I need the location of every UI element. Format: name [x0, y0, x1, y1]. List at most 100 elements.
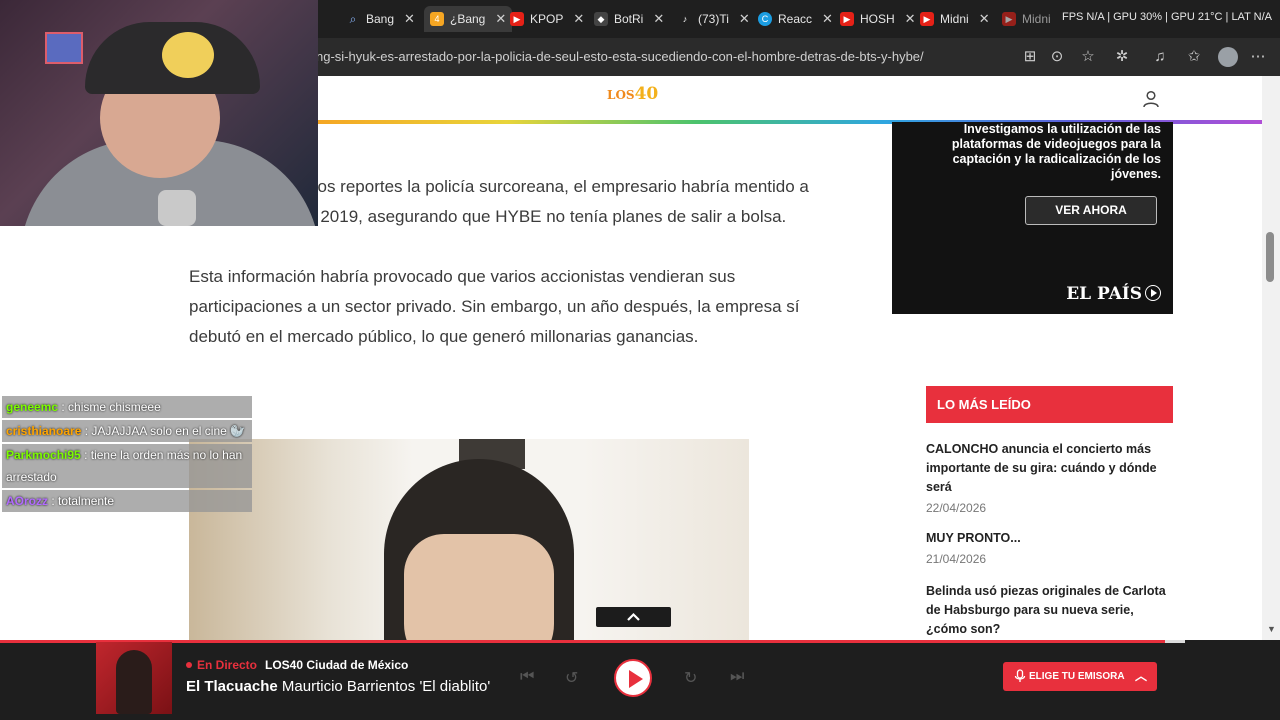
- show-cover-art: [96, 642, 172, 714]
- logo-text-accent: 40: [634, 84, 659, 104]
- chat-username: Parkmochi95: [6, 448, 81, 462]
- chat-username: cristhianoare: [6, 424, 82, 438]
- streamer-webcam: [0, 0, 318, 226]
- most-read-heading: LO MÁS LEÍDO: [926, 386, 1173, 423]
- article-paragraph: Esta información habría provocado que va…: [189, 267, 800, 346]
- show-host: Maurticio Barrientos 'El diablito': [281, 678, 491, 695]
- chat-message: AOrozz : totalmente: [2, 490, 252, 512]
- tab-label: Bang: [366, 12, 395, 26]
- tab-kpop[interactable]: ▶ KPOP ✕: [510, 6, 584, 32]
- page-scrollbar[interactable]: ▼: [1262, 76, 1280, 640]
- los40-logo[interactable]: LOS40: [607, 84, 658, 104]
- close-tab-icon[interactable]: ✕: [404, 11, 415, 27]
- forward-icon[interactable]: ↻: [684, 668, 697, 688]
- choose-station-label: ELIGE TU EMISORA: [1029, 671, 1125, 682]
- youtube-icon: ▶: [920, 12, 934, 26]
- live-label: En Directo: [197, 658, 258, 672]
- webcam-microphone-shape: [158, 190, 196, 226]
- tab-label: KPOP: [530, 12, 564, 26]
- chevron-up-icon: ︿: [1134, 669, 1147, 683]
- ad-ver-ahora-button[interactable]: VER AHORA: [1025, 196, 1157, 225]
- close-tab-icon[interactable]: ✕: [822, 11, 833, 27]
- now-playing: El Tlacuache Maurticio Barrientos 'El di…: [186, 678, 490, 695]
- edge-icon: C: [758, 12, 772, 26]
- tab-hosh[interactable]: ▶ HOSH ✕: [840, 6, 916, 32]
- cover-person-shape: [116, 650, 152, 714]
- media-control-icon[interactable]: ♫: [1150, 47, 1170, 67]
- choose-station-button[interactable]: ELIGE TU EMISORA ︿: [1003, 662, 1157, 691]
- tiktok-icon: ♪: [682, 14, 688, 24]
- youtube-icon: ▶: [1002, 12, 1016, 26]
- close-tab-icon[interactable]: ✕: [495, 11, 506, 27]
- play-button[interactable]: [614, 659, 652, 697]
- station-name: LOS40 Ciudad de México: [265, 658, 409, 672]
- most-read-title[interactable]: CALONCHO anuncia el concierto más import…: [926, 440, 1166, 497]
- more-icon[interactable]: ⊙: [1047, 47, 1067, 67]
- most-read-item[interactable]: CALONCHO anuncia el concierto más import…: [926, 440, 1166, 515]
- scrollbar-thumb[interactable]: [1266, 232, 1274, 282]
- close-tab-icon[interactable]: ✕: [739, 11, 750, 27]
- tab-label: Reacc: [778, 12, 813, 26]
- chat-message: Parkmochi95 : tiene la orden más no lo h…: [2, 444, 252, 488]
- extensions-icon[interactable]: ✲: [1112, 47, 1132, 67]
- most-read-title[interactable]: MUY PRONTO...: [926, 529, 1166, 548]
- search-icon: ⌕: [349, 11, 357, 26]
- system-stats-overlay: FPS N/A | GPU 30% | GPU 21°C | LAT N/A: [1061, 11, 1272, 23]
- live-info: En Directo LOS40 Ciudad de México: [186, 658, 408, 672]
- most-read-date: 22/04/2026: [926, 501, 987, 515]
- favorites-icon[interactable]: ✩: [1184, 47, 1204, 67]
- tab-active-article[interactable]: 4 ¿Bang ✕: [424, 6, 513, 32]
- stream-chat-overlay: geneemc : chisme chismeee cristhianoare …: [2, 396, 252, 514]
- tab-label: (73)Ti: [698, 12, 729, 26]
- most-read-item[interactable]: MUY PRONTO... 21/04/2026: [926, 529, 1166, 566]
- tab-label: Midni: [940, 12, 969, 26]
- botrix-icon: ◆: [594, 12, 608, 26]
- chat-username: AOrozz: [6, 494, 48, 508]
- chat-text: : chisme chismeee: [61, 400, 161, 414]
- tab-label: HOSH: [860, 12, 895, 26]
- live-dot-icon: [186, 662, 192, 668]
- play-circle-icon: [1145, 285, 1161, 301]
- el-pais-ad[interactable]: Investigamos la utilización de las plata…: [892, 122, 1173, 314]
- most-read-item[interactable]: Belinda usó piezas originales de Carlota…: [926, 582, 1166, 639]
- split-screen-icon[interactable]: ⊞: [1020, 47, 1040, 67]
- tab-midni-2[interactable]: ▶ Midni: [1002, 6, 1051, 32]
- skip-back-icon[interactable]: ⏮: [520, 668, 534, 686]
- photo-face-shape: [404, 534, 554, 640]
- chat-username: geneemc: [6, 400, 59, 414]
- close-tab-icon[interactable]: ✕: [573, 11, 584, 27]
- collapse-chevron-button[interactable]: [596, 607, 671, 627]
- youtube-icon: ▶: [510, 12, 524, 26]
- url-field[interactable]: ng-si-hyuk-es-arrestado-por-la-policia-d…: [316, 49, 924, 64]
- ad-text: Investigamos la utilización de las plata…: [951, 122, 1161, 181]
- most-read-date: 21/04/2026: [926, 552, 987, 566]
- close-tab-icon[interactable]: ✕: [979, 11, 990, 27]
- user-account-icon[interactable]: [1142, 90, 1160, 108]
- tab-midni[interactable]: ▶ Midni ✕: [920, 6, 990, 32]
- chevron-up-icon: [627, 612, 640, 621]
- tab-botrix[interactable]: ◆ BotRi ✕: [594, 6, 664, 32]
- tab-reacc[interactable]: C Reacc ✕: [758, 6, 833, 32]
- player-progress-remaining: [1164, 640, 1185, 643]
- rewind-icon[interactable]: ↺: [565, 668, 578, 688]
- ad-brand-text: EL PAÍS: [1066, 284, 1142, 304]
- tab-tiktok[interactable]: ♪ (73)Ti ✕: [678, 6, 750, 32]
- tab-label: BotRi: [614, 12, 644, 26]
- webcam-wall-frame: [45, 32, 83, 64]
- skip-forward-icon[interactable]: ⏭: [730, 668, 744, 686]
- radio-player-bar: En Directo LOS40 Ciudad de México El Tlac…: [0, 640, 1280, 720]
- most-read-title[interactable]: Belinda usó piezas originales de Carlota…: [926, 582, 1166, 639]
- logo-text-main: LOS: [607, 88, 635, 102]
- microphone-icon: [1014, 669, 1026, 682]
- menu-dots-icon[interactable]: ⋯: [1248, 47, 1268, 67]
- close-tab-icon[interactable]: ✕: [653, 11, 664, 27]
- profile-avatar-icon[interactable]: [1218, 47, 1238, 67]
- tab-bang-search[interactable]: ⌕ Bang ✕: [346, 6, 415, 32]
- favorite-star-icon[interactable]: ☆: [1078, 47, 1098, 67]
- tab-label: ¿Bang: [450, 12, 486, 26]
- ad-brand: EL PAÍS: [1066, 284, 1161, 304]
- close-tab-icon[interactable]: ✕: [905, 11, 916, 27]
- scroll-down-arrow-icon[interactable]: ▼: [1267, 624, 1276, 634]
- chat-text: : totalmente: [51, 494, 115, 508]
- player-progress-bar[interactable]: [0, 640, 1165, 643]
